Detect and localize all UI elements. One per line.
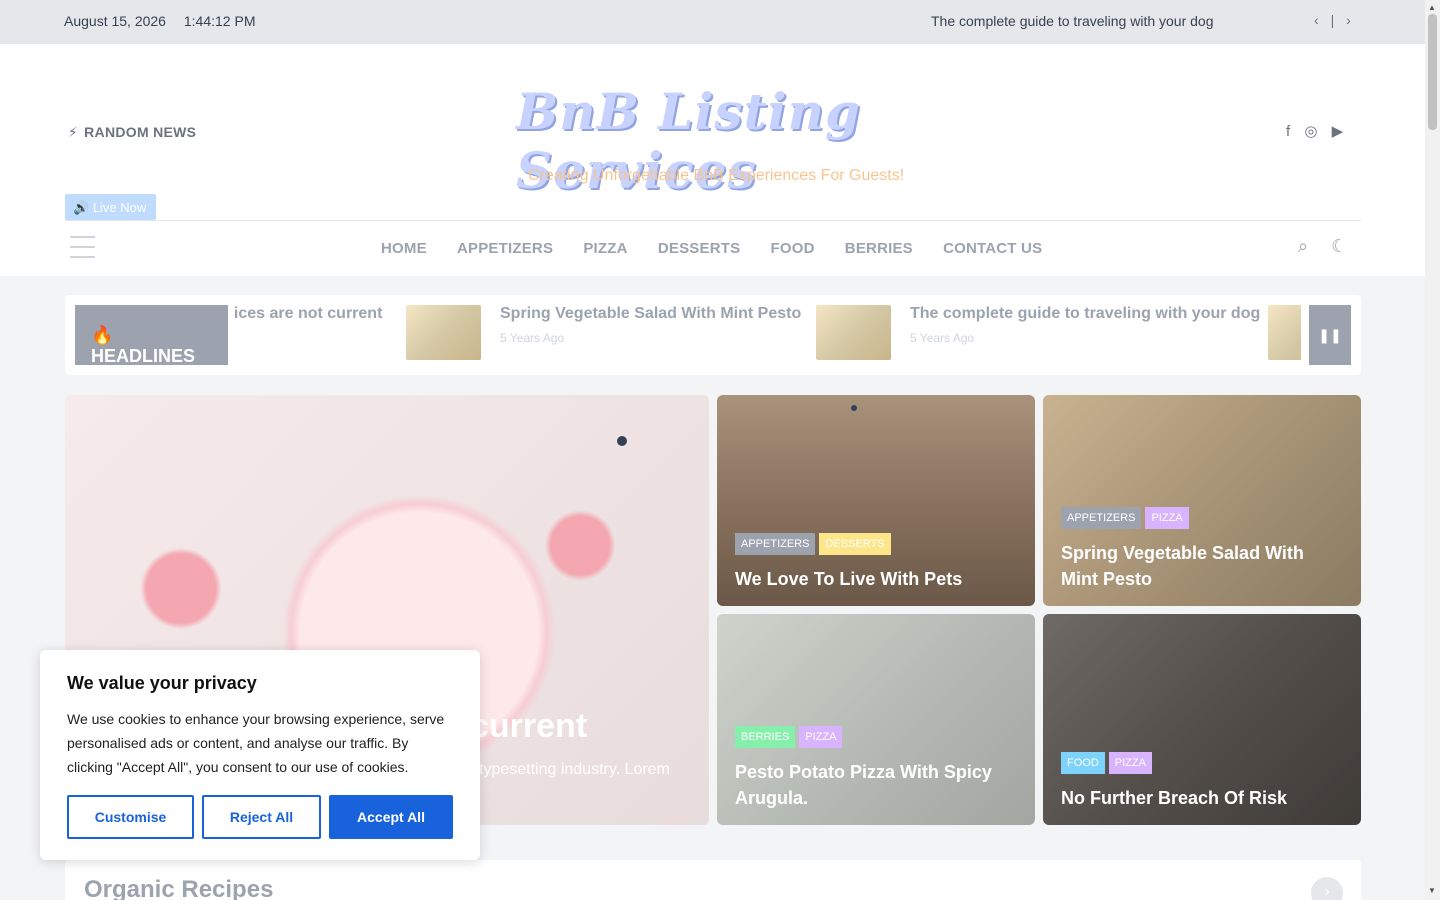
pause-button[interactable]: ❚❚ xyxy=(1309,305,1351,365)
random-news-label: RANDOM NEWS xyxy=(84,124,197,140)
bolt-icon: ⚡ xyxy=(68,124,79,140)
site-tagline: Creating Unforgettable BnB Experiences F… xyxy=(528,167,905,184)
headline-title: Spring Vegetable Salad With Mint Pesto xyxy=(500,305,802,322)
headlines-ticker: vices are not current Spring Vegetable S… xyxy=(65,295,1361,375)
category-tag[interactable]: DESSERTS xyxy=(819,533,891,555)
featured-title[interactable]: current xyxy=(470,707,587,746)
category-tag[interactable]: APPETIZERS xyxy=(1061,507,1142,529)
headline-thumbnail[interactable] xyxy=(1268,305,1301,360)
organic-recipes-section: Organic Recipes › xyxy=(65,860,1361,900)
scroll-up-icon[interactable]: ▲ xyxy=(1428,3,1436,12)
headline-time: 5 Years Ago xyxy=(910,331,975,345)
headlines-list: vices are not current Spring Vegetable S… xyxy=(235,305,1301,365)
fire-icon: 🔥 xyxy=(91,325,114,345)
nav-item-appetizers[interactable]: APPETIZERS xyxy=(457,240,553,257)
instagram-icon[interactable]: ◎ xyxy=(1304,122,1317,140)
speaker-icon: 🔊 xyxy=(73,200,90,215)
headline-item[interactable]: The complete guide to traveling with you… xyxy=(910,305,1260,345)
social-links: f ◎ ▶ xyxy=(1286,122,1353,140)
live-now-label: Live Now xyxy=(92,200,147,215)
facebook-icon[interactable]: f xyxy=(1286,123,1290,140)
accept-all-button[interactable]: Accept All xyxy=(329,795,453,839)
post-title[interactable]: We Love To Live With Pets xyxy=(735,566,1017,592)
ticker-arrows: ‹ | › xyxy=(1310,12,1355,28)
search-icon[interactable]: ⌕ xyxy=(1298,236,1308,257)
nav-item-food[interactable]: FOOD xyxy=(770,240,814,257)
date-time: August 15, 2026 1:44:12 PM xyxy=(64,13,269,29)
cookie-text: We use cookies to enhance your browsing … xyxy=(67,711,445,775)
reject-all-button[interactable]: Reject All xyxy=(202,795,321,839)
cookie-consent-banner: We value your privacy We use cookies to … xyxy=(40,650,480,860)
featured-excerpt: typesetting industry. Lorem xyxy=(479,761,670,778)
page-scrollbar[interactable]: ▲ ▼ xyxy=(1425,0,1440,900)
current-date: August 15, 2026 xyxy=(64,13,166,29)
headline-thumbnail[interactable] xyxy=(816,305,891,360)
post-card[interactable]: APPETIZERS PIZZA Spring Vegetable Salad W… xyxy=(1043,395,1361,606)
post-title[interactable]: Spring Vegetable Salad With Mint Pesto xyxy=(1061,540,1343,592)
nav-icons: ⌕ ☾ xyxy=(1298,236,1365,257)
post-categories: BERRIES PIZZA xyxy=(735,726,846,748)
current-time: 1:44:12 PM xyxy=(183,13,256,29)
youtube-icon[interactable]: ▶ xyxy=(1332,122,1344,140)
category-tag[interactable]: APPETIZERS xyxy=(735,533,816,555)
scrollbar-thumb[interactable] xyxy=(1428,14,1437,130)
post-categories: FOOD PIZZA xyxy=(1061,752,1156,774)
post-card[interactable]: BERRIES PIZZA Pesto Potato Pizza With Spi… xyxy=(717,614,1035,825)
headline-title: The complete guide to traveling with you… xyxy=(910,305,1261,322)
nav-item-desserts[interactable]: DESSERTS xyxy=(658,240,740,257)
site-header: ⚡ RANDOM NEWS BnB Listing Services Creati… xyxy=(0,44,1425,276)
next-arrow-icon[interactable]: › xyxy=(1346,12,1351,28)
scroll-down-icon[interactable]: ▼ xyxy=(1428,886,1436,895)
live-now-button[interactable]: 🔊 Live Now xyxy=(65,194,156,220)
pause-icon: ❚❚ xyxy=(1318,327,1342,343)
next-arrow-icon[interactable]: › xyxy=(1311,877,1343,900)
category-tag[interactable]: PIZZA xyxy=(1145,507,1189,529)
post-categories: APPETIZERS PIZZA xyxy=(1061,507,1193,529)
headline-item[interactable]: vices are not current xyxy=(235,305,382,323)
nav-item-berries[interactable]: BERRIES xyxy=(845,240,913,257)
slider-dot[interactable] xyxy=(851,405,857,411)
category-tag[interactable]: PIZZA xyxy=(799,726,843,748)
category-tag[interactable]: FOOD xyxy=(1061,752,1105,774)
category-tag[interactable]: PIZZA xyxy=(1108,752,1152,774)
headline-thumbnail[interactable] xyxy=(406,305,481,360)
top-ticker-link[interactable]: The complete guide to traveling with you… xyxy=(931,13,1214,29)
post-card[interactable]: APPETIZERS DESSERTS We Love To Live With … xyxy=(717,395,1035,606)
nav-item-contact-us[interactable]: CONTACT US xyxy=(943,240,1042,257)
category-tag[interactable]: BERRIES xyxy=(735,726,796,748)
random-news-link[interactable]: ⚡ RANDOM NEWS xyxy=(68,124,196,141)
post-title[interactable]: Pesto Potato Pizza With Spicy Arugula. xyxy=(735,759,1017,811)
cookie-title: We value your privacy xyxy=(67,673,257,693)
section-title: Organic Recipes xyxy=(84,876,274,900)
nav-divider xyxy=(65,220,1361,221)
post-title[interactable]: No Further Breach Of Risk xyxy=(1061,785,1343,811)
post-categories: APPETIZERS DESSERTS xyxy=(735,533,895,555)
nav-item-pizza[interactable]: PIZZA xyxy=(583,240,627,257)
top-bar: August 15, 2026 1:44:12 PM The complete … xyxy=(0,0,1425,44)
nav-item-home[interactable]: HOME xyxy=(381,240,427,257)
dark-mode-icon[interactable]: ☾ xyxy=(1331,236,1347,257)
headline-time: 5 Years Ago xyxy=(500,331,565,345)
customise-button[interactable]: Customise xyxy=(67,795,194,839)
headlines-label: 🔥HEADLINES xyxy=(75,305,228,366)
headline-title: vices are not current xyxy=(235,305,383,322)
main-nav: HOME APPETIZERS PIZZA DESSERTS FOOD BERR… xyxy=(368,240,1055,257)
divider: | xyxy=(1330,12,1335,28)
headline-item[interactable]: Spring Vegetable Salad With Mint Pesto 5… xyxy=(500,305,801,345)
hamburger-menu-icon[interactable] xyxy=(70,236,95,266)
post-card[interactable]: FOOD PIZZA No Further Breach Of Risk xyxy=(1043,614,1361,825)
prev-arrow-icon[interactable]: ‹ xyxy=(1314,12,1319,28)
headlines-label-text: HEADLINES xyxy=(91,346,196,366)
slider-dot[interactable] xyxy=(617,436,627,446)
